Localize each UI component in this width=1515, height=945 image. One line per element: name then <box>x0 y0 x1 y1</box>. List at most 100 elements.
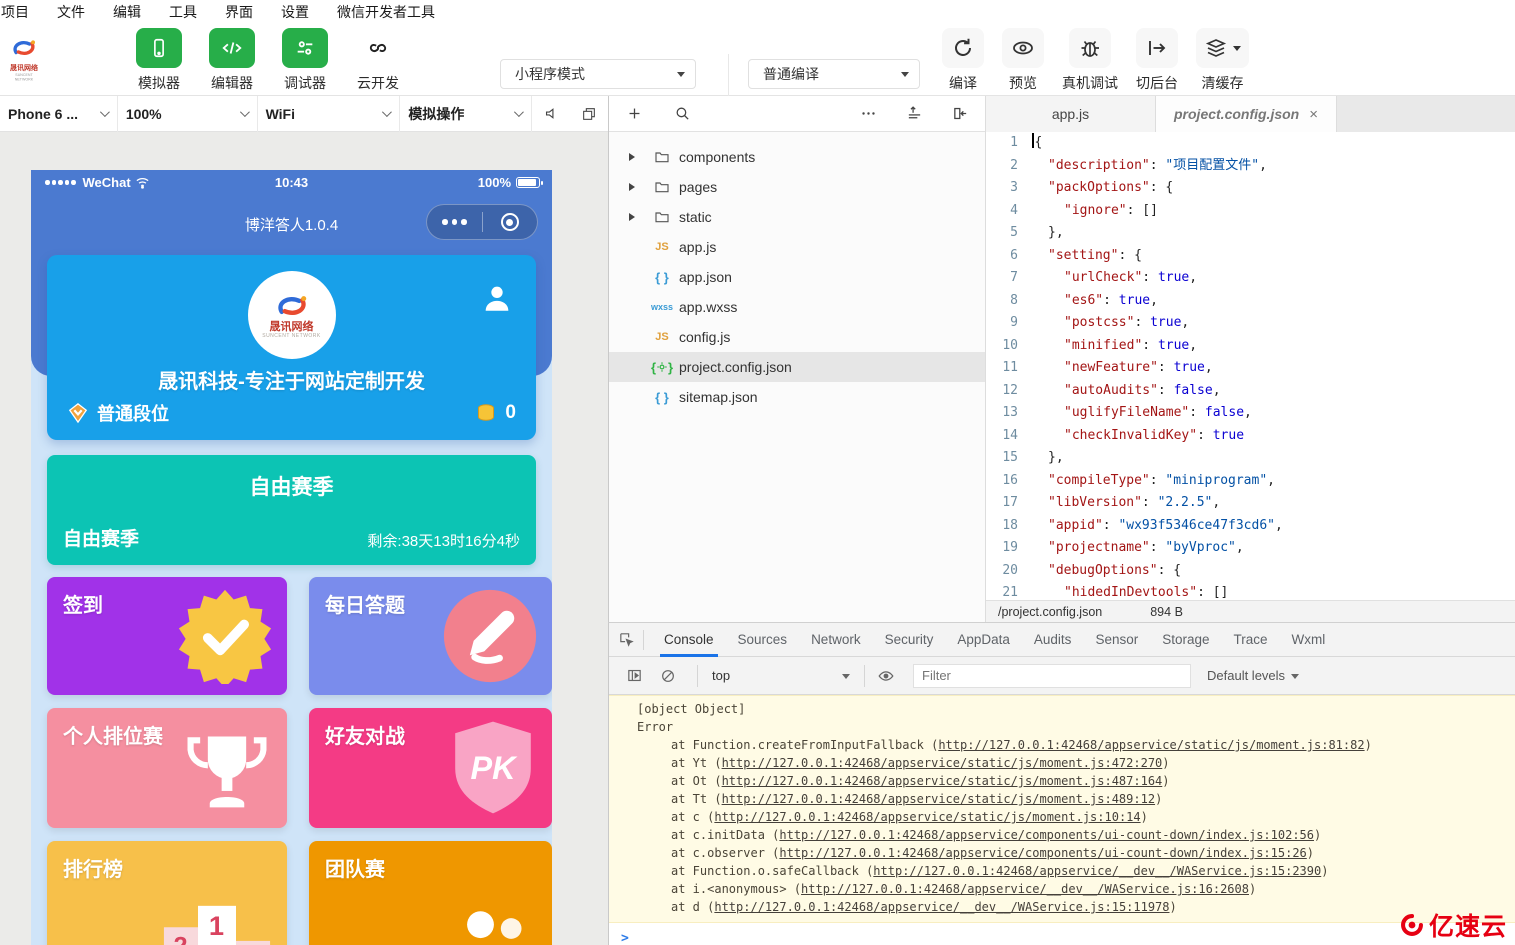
console-filter-input[interactable] <box>913 664 1191 688</box>
code-line-text: "projectname": "byVproc", <box>1032 537 1515 560</box>
inspect-element-icon[interactable] <box>609 623 643 657</box>
action-button-label: 真机调试 <box>1062 73 1118 93</box>
profile-card[interactable]: 晟讯网络 SUNCENT NETWORK 晟讯科技-专注于网站定制开发 普通段位 <box>47 255 536 440</box>
menu-item-文件[interactable]: 文件 <box>43 2 99 22</box>
console-stack-link[interactable]: http://127.0.0.1:42468/appservice/__dev_… <box>801 882 1249 896</box>
search-icon[interactable] <box>671 103 693 125</box>
console-prompt[interactable]: > <box>609 923 1515 945</box>
console-stack-link[interactable]: http://127.0.0.1:42468/appservice/static… <box>722 792 1155 806</box>
file-row-sitemap.json[interactable]: { }sitemap.json <box>609 382 985 412</box>
code-line-text: "postcss": true, <box>1032 312 1515 335</box>
console-stack-link[interactable]: http://127.0.0.1:42468/appservice/__dev_… <box>714 900 1169 914</box>
debugger-tab-sources[interactable]: Sources <box>726 623 800 657</box>
menu-item-界面[interactable]: 界面 <box>211 2 267 22</box>
tab-app-js[interactable]: app.js <box>986 96 1156 132</box>
menu-item-工具[interactable]: 工具 <box>155 2 211 22</box>
line-number: 5 <box>986 222 1032 245</box>
debugger-tab-security[interactable]: Security <box>873 623 946 657</box>
debugger-tab-trace[interactable]: Trace <box>1222 623 1280 657</box>
line-number: 21 <box>986 582 1032 600</box>
code-token: : <box>1150 158 1166 173</box>
toolbar-button-模拟器[interactable]: 模拟器 <box>136 28 182 93</box>
file-row-pages[interactable]: pages <box>609 172 985 202</box>
debugger-tab-network[interactable]: Network <box>799 623 873 657</box>
console-stack-link[interactable]: http://127.0.0.1:42468/appservice/__dev_… <box>873 864 1321 878</box>
console-stack-link[interactable]: http://127.0.0.1:42468/appservice/static… <box>722 774 1163 788</box>
toolbar-button-调试器[interactable]: 调试器 <box>282 28 328 93</box>
code-token: , <box>1275 518 1283 533</box>
menu-item-设置[interactable]: 设置 <box>267 2 323 22</box>
debugger-tab-console[interactable]: Console <box>652 623 726 657</box>
debugger-tab-storage[interactable]: Storage <box>1150 623 1221 657</box>
file-row-config.js[interactable]: JSconfig.js <box>609 322 985 352</box>
clear-console-icon[interactable] <box>655 663 681 689</box>
file-row-static[interactable]: static <box>609 202 985 232</box>
console-stack-link[interactable]: http://127.0.0.1:42468/appservice/compon… <box>779 828 1314 842</box>
sound-icon[interactable] <box>532 96 570 132</box>
menu-item-微信开发者工具[interactable]: 微信开发者工具 <box>323 2 449 22</box>
tile-签到[interactable]: 签到 <box>47 577 287 695</box>
log-levels-select[interactable]: Default levels <box>1207 668 1299 683</box>
file-row-app.wxss[interactable]: wxssapp.wxss <box>609 292 985 322</box>
tab-project-config-json[interactable]: project.config.json × <box>1156 96 1337 132</box>
file-row-project.config.json[interactable]: {}project.config.json <box>609 352 985 382</box>
file-row-app.json[interactable]: { }app.json <box>609 262 985 292</box>
show-console-sidebar-icon[interactable] <box>621 663 647 689</box>
toolbar-button-编辑器[interactable]: 编辑器 <box>209 28 255 93</box>
collapse-panel-icon[interactable] <box>949 103 971 125</box>
tile-排行榜[interactable]: 排行榜213 <box>47 841 287 945</box>
user-profile-icon[interactable] <box>480 281 514 315</box>
more-icon[interactable] <box>857 103 879 125</box>
add-file-icon[interactable] <box>623 103 645 125</box>
console-stack-link[interactable]: http://127.0.0.1:42468/appservice/static… <box>938 738 1364 752</box>
more-menu-icon[interactable] <box>427 219 482 225</box>
expander-triangle-icon[interactable] <box>629 183 645 191</box>
code-editor[interactable]: 1{2"description": "项目配置文件",3"packOptions… <box>986 132 1515 600</box>
simulate-actions-select[interactable]: 模拟操作 <box>400 96 532 132</box>
console-stack-link[interactable]: http://127.0.0.1:42468/appservice/static… <box>714 810 1140 824</box>
compile-mode-select[interactable]: 普通编译 <box>748 59 920 89</box>
network-select[interactable]: WiFi <box>258 96 401 132</box>
javascript-context-select[interactable]: top <box>706 668 856 683</box>
file-row-components[interactable]: components <box>609 142 985 172</box>
debugger-tab-audits[interactable]: Audits <box>1022 623 1084 657</box>
tile-团队赛[interactable]: 团队赛 <box>309 841 552 945</box>
console-error-block: [object Object]Errorat Function.createFr… <box>609 695 1515 923</box>
sort-icon[interactable] <box>903 103 925 125</box>
menu-item-项目[interactable]: 项目 <box>0 2 43 22</box>
simulator-panel: Phone 6 ... 100% WiFi 模拟操作 <box>0 96 608 945</box>
tile-个人排位赛[interactable]: 个人排位赛 <box>47 708 287 828</box>
svg-text:1: 1 <box>209 910 224 941</box>
debugger-tab-sensor[interactable]: Sensor <box>1083 623 1150 657</box>
expander-triangle-icon[interactable] <box>629 153 645 161</box>
action-button-编译[interactable]: 编译 <box>942 28 984 93</box>
console-stack-link[interactable]: http://127.0.0.1:42468/appservice/static… <box>722 756 1163 770</box>
live-expression-eye-icon[interactable] <box>873 663 899 689</box>
separate-window-icon[interactable] <box>570 96 608 132</box>
compile-refresh-icon <box>942 28 984 68</box>
action-button-切后台[interactable]: 切后台 <box>1136 28 1178 93</box>
action-button-清缓存[interactable]: 清缓存 <box>1196 28 1249 93</box>
debugger-tab-appdata[interactable]: AppData <box>945 623 1022 657</box>
code-token: , <box>1213 383 1221 398</box>
file-row-app.js[interactable]: JSapp.js <box>609 232 985 262</box>
close-tab-icon[interactable]: × <box>1309 106 1318 123</box>
expander-triangle-icon[interactable] <box>629 213 645 221</box>
action-button-预览[interactable]: 预览 <box>1002 28 1044 93</box>
menu-item-编辑[interactable]: 编辑 <box>99 2 155 22</box>
device-select[interactable]: Phone 6 ... <box>0 96 118 132</box>
console-line: at Tt (http://127.0.0.1:42468/appservice… <box>609 790 1515 808</box>
action-button-真机调试[interactable]: 真机调试 <box>1062 28 1118 93</box>
tile-每日答题[interactable]: 每日答题 <box>309 577 552 695</box>
season-card[interactable]: 自由赛季 自由赛季 剩余:38天13时16分4秒 <box>47 455 536 565</box>
toolbar-button-label: 调试器 <box>284 73 326 93</box>
toolbar-button-云开发[interactable]: 云开发 <box>355 28 401 93</box>
tile-好友对战[interactable]: 好友对战PK <box>309 708 552 828</box>
mode-select[interactable]: 小程序模式 <box>500 59 696 89</box>
pk-shield-icon: PK <box>448 718 538 822</box>
console-stack-link[interactable]: http://127.0.0.1:42468/appservice/compon… <box>779 846 1306 860</box>
debugger-tab-wxml[interactable]: Wxml <box>1280 623 1338 657</box>
close-target-icon[interactable] <box>483 213 538 231</box>
zoom-select[interactable]: 100% <box>118 96 258 132</box>
check-seal-icon <box>177 588 273 689</box>
